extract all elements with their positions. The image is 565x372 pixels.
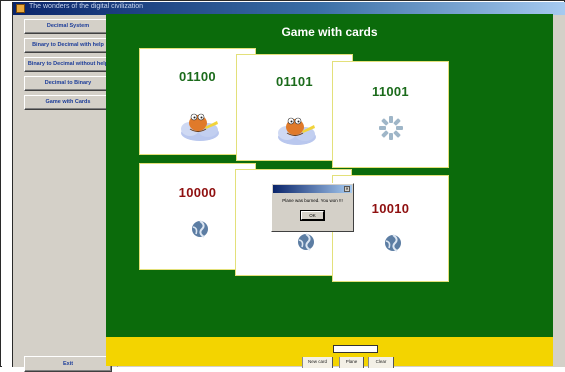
game-stage: Game with cards 01100 01101 11001 10000 … [106, 14, 553, 337]
blue-swirl-icon [192, 220, 208, 238]
frog-on-cloud-icon [278, 117, 316, 145]
nav-binary-to-decimal-no-help-button[interactable]: Binary to Decimal without help [24, 57, 112, 72]
win-message-dialog: ✕ Plane was burned. You won !!! OK [271, 183, 354, 232]
dialog-title-bar: ✕ [273, 185, 352, 193]
footer-bar: New card Plane Clear [106, 337, 553, 368]
nav-binary-to-decimal-help-button[interactable]: Binary to Decimal with help [24, 38, 112, 53]
dialog-message: Plane was burned. You won !!! [282, 198, 343, 203]
window-title: The wonders of the digital civilization [29, 3, 144, 10]
clear-button[interactable]: Clear [368, 357, 394, 368]
plane-button[interactable]: Plane [339, 357, 364, 368]
blue-swirl-icon [298, 233, 314, 251]
blue-swirl-icon [385, 234, 401, 252]
spinner-wheel-icon [379, 116, 403, 140]
answer-input[interactable] [333, 345, 378, 353]
new-card-button[interactable]: New card [302, 357, 333, 368]
card-3[interactable]: 11001 [332, 61, 449, 168]
exit-button[interactable]: Exit [24, 356, 112, 372]
close-icon[interactable]: ✕ [344, 186, 350, 192]
sidebar: Decimal System Binary to Decimal with he… [13, 15, 118, 372]
left-margin-cell [2, 2, 13, 367]
outer-frame: The wonders of the digital civilization … [0, 0, 565, 372]
nav-game-with-cards-button[interactable]: Game with Cards [24, 95, 112, 110]
game-title: Game with cards [281, 25, 378, 39]
frog-on-cloud-icon [181, 113, 219, 141]
card-3-code: 11001 [372, 84, 409, 99]
ok-button[interactable]: OK [301, 211, 324, 220]
nav-decimal-system-button[interactable]: Decimal System [24, 19, 112, 34]
nav-decimal-to-binary-button[interactable]: Decimal to Binary [24, 76, 112, 91]
app-icon [16, 4, 25, 13]
